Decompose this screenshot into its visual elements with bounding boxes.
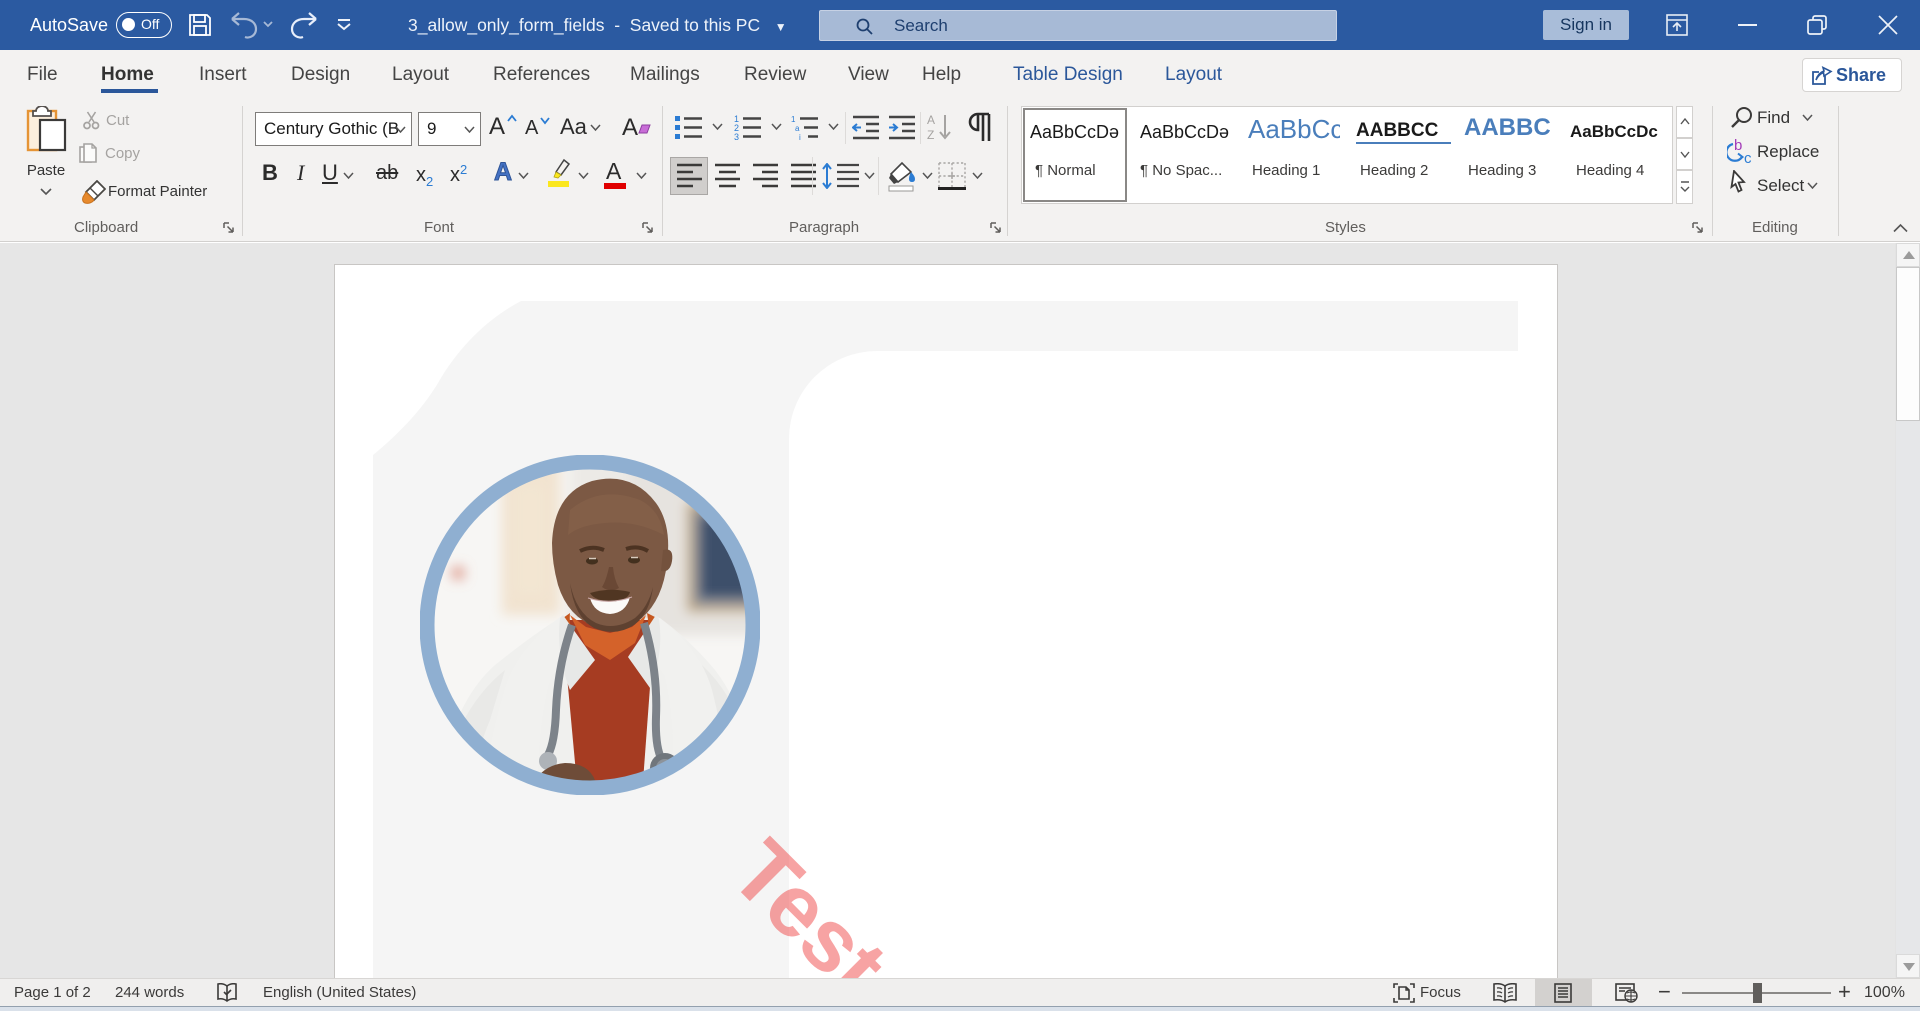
svg-text:b: b <box>1734 138 1742 154</box>
svg-text:a: a <box>795 124 800 133</box>
svg-text:i: i <box>799 133 801 140</box>
svg-text:1: 1 <box>791 115 796 124</box>
svg-text:A: A <box>927 113 935 127</box>
svg-text:3: 3 <box>734 132 739 140</box>
svg-text:c: c <box>1744 150 1752 164</box>
svg-text:Z: Z <box>927 128 934 141</box>
